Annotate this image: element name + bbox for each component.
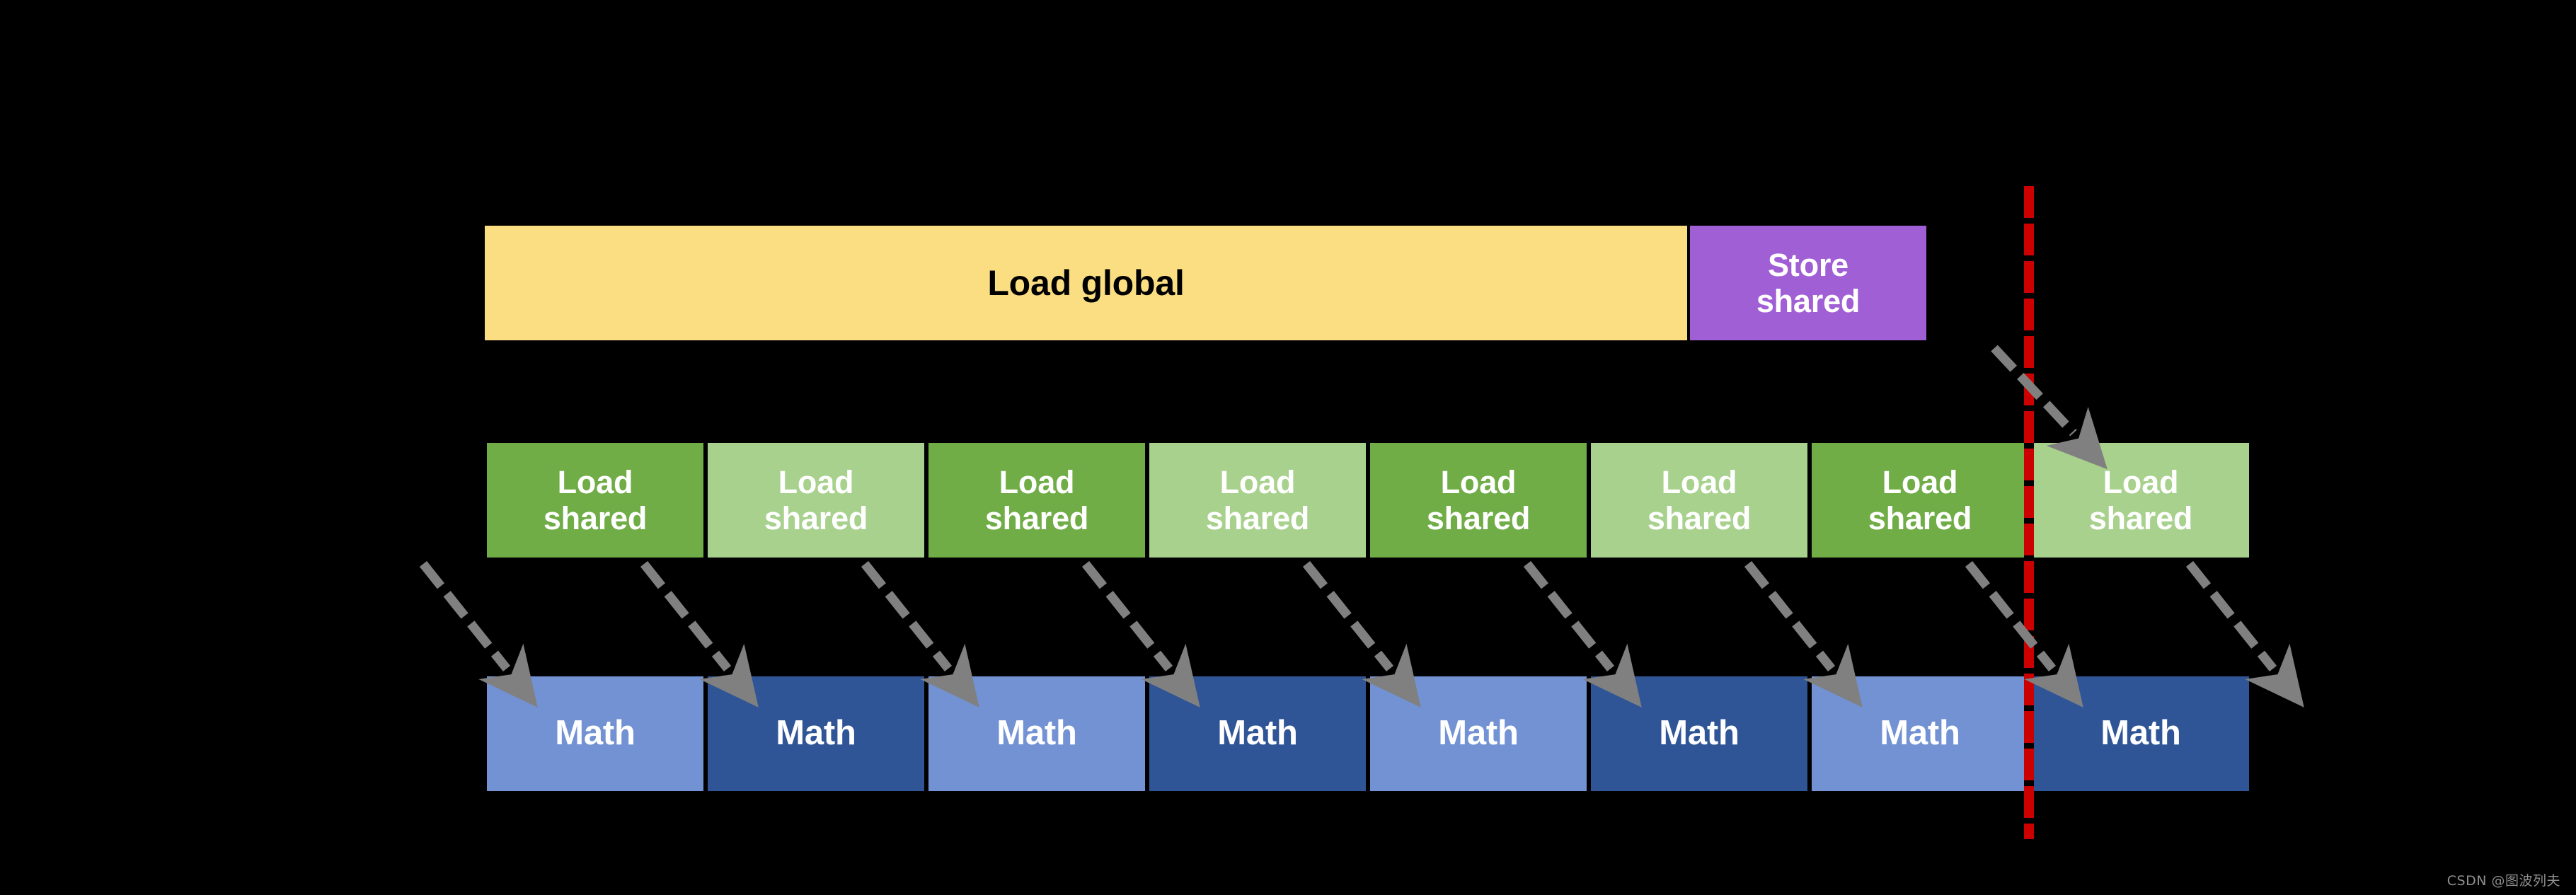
block-load-shared-4: Load shared (1147, 441, 1368, 560)
block-math-5: Math (1368, 674, 1589, 793)
block-load-shared-2: Load shared (706, 441, 926, 560)
arrow-load-shared-to-math-8 (1965, 560, 2083, 708)
arrow-store-to-load-shared (1991, 345, 2108, 470)
block-store-shared: Store shared (1688, 224, 1928, 342)
block-load-global: Load global (483, 224, 1689, 342)
arrow-load-shared-to-math-3 (861, 560, 979, 708)
arrow-load-shared-to-math-7 (1744, 560, 1863, 708)
arrow-load-shared-to-math-2 (640, 560, 759, 708)
sync-barrier-line (2024, 186, 2034, 839)
block-math-4: Math (1147, 674, 1368, 793)
arrow-load-shared-to-math-1 (419, 560, 538, 708)
block-load-shared-1: Load shared (485, 441, 706, 560)
block-load-shared-6: Load shared (1589, 441, 1810, 560)
block-math-1: Math (485, 674, 706, 793)
block-load-shared-5: Load shared (1368, 441, 1589, 560)
arrow-load-shared-to-math-6 (1523, 560, 1642, 708)
arrow-load-shared-to-math-5 (1302, 560, 1421, 708)
block-math-3: Math (926, 674, 1147, 793)
block-math-7: Math (1810, 674, 2030, 793)
watermark-text: CSDN @图波列夫 (2446, 873, 2560, 889)
block-load-shared-8: Load shared (2030, 441, 2251, 560)
block-math-6: Math (1589, 674, 1810, 793)
block-math-8: Math (2030, 674, 2251, 793)
block-load-shared-7: Load shared (1810, 441, 2030, 560)
diagram-canvas: Load global Store shared Load shared Load… (0, 0, 2576, 895)
block-load-shared-3: Load shared (926, 441, 1147, 560)
arrow-load-shared-to-math-9 (2185, 560, 2304, 708)
block-math-2: Math (706, 674, 926, 793)
arrow-load-shared-to-math-4 (1081, 560, 1200, 708)
